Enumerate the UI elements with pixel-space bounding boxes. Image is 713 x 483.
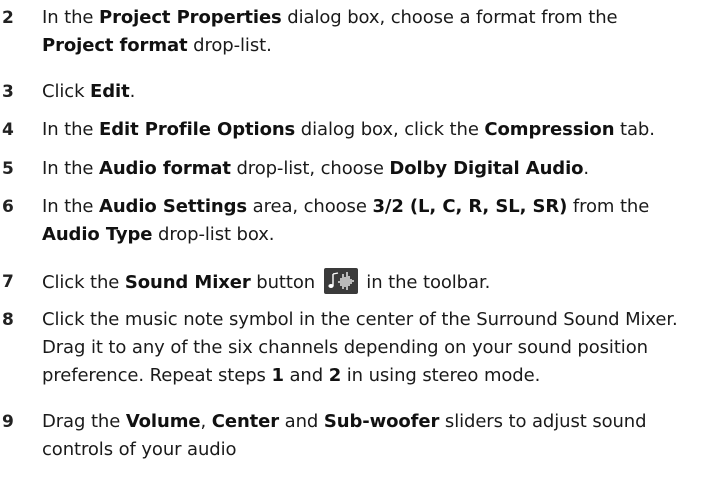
step-number: 9 <box>2 412 14 432</box>
step-text: In the Edit Profile Options dialog box, … <box>42 119 655 140</box>
step-number: 7 <box>2 272 14 292</box>
step-text: Drag the Volume, Center and Sub-woofer s… <box>42 411 647 460</box>
step-text: Click the Sound Mixer button in the tool… <box>42 268 709 297</box>
step-text: Click the music note symbol in the cente… <box>42 309 678 386</box>
step-text: Click Edit. <box>42 81 136 102</box>
step-number: 6 <box>2 197 14 217</box>
step-number: 5 <box>2 159 14 179</box>
step-number: 3 <box>2 82 14 102</box>
step-text: In the Audio Settings area, choose 3/2 (… <box>42 196 650 245</box>
step-text: In the Project Properties dialog box, ch… <box>42 7 618 56</box>
sound-mixer-icon <box>323 268 358 294</box>
step-text: In the Audio format drop-list, choose Do… <box>42 158 590 179</box>
step-number: 2 <box>2 8 14 28</box>
step-number: 8 <box>2 310 14 330</box>
step-number: 4 <box>2 120 14 140</box>
